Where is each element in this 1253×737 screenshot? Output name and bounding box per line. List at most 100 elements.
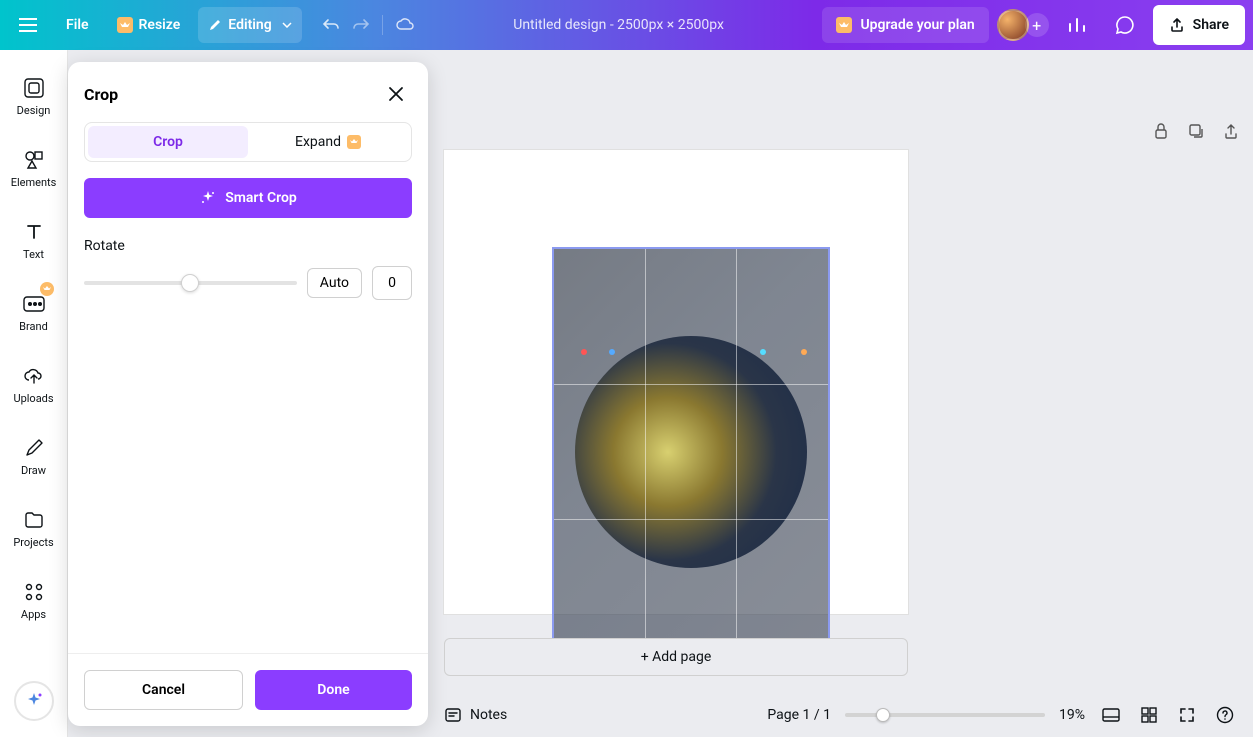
canvas-area: + Add page <box>428 50 1253 693</box>
chart-icon <box>1067 16 1087 34</box>
crop-shape-circle[interactable] <box>575 336 807 568</box>
top-bar: File Resize Editing Untitled design - 25… <box>0 0 1253 50</box>
close-icon <box>388 86 404 102</box>
close-panel-button[interactable] <box>380 78 412 110</box>
undo-button[interactable] <box>322 17 340 33</box>
crop-grid-line <box>554 519 828 520</box>
editing-label: Editing <box>228 17 271 33</box>
cancel-button[interactable]: Cancel <box>84 670 243 710</box>
resize-label: Resize <box>139 17 181 33</box>
crop-panel-header: Crop <box>68 62 428 122</box>
lock-page-button[interactable] <box>1153 122 1169 144</box>
zoom-slider-thumb[interactable] <box>876 708 890 722</box>
crop-panel-footer: Cancel Done <box>68 653 428 726</box>
rotate-auto-button[interactable]: Auto <box>307 268 362 298</box>
zoom-percent[interactable]: 19% <box>1059 707 1085 723</box>
sidebar-label: Design <box>17 104 51 117</box>
design-icon <box>22 76 46 100</box>
crop-expand-tabs: Crop Expand <box>84 122 412 162</box>
hamburger-icon <box>19 18 37 32</box>
sidebar-item-design[interactable]: Design <box>0 60 68 132</box>
zoom-slider[interactable] <box>845 713 1045 717</box>
rotate-label: Rotate <box>84 238 412 254</box>
crop-panel-title: Crop <box>84 85 118 104</box>
crown-icon <box>117 17 133 33</box>
sidebar-label: Elements <box>11 176 57 189</box>
smart-crop-button[interactable]: Smart Crop <box>84 178 412 218</box>
notes-label: Notes <box>470 707 507 723</box>
crop-panel: Crop Crop Expand Smart Crop Rotate Auto … <box>68 62 428 726</box>
crown-badge-icon <box>40 282 54 296</box>
tab-expand[interactable]: Expand <box>248 126 408 158</box>
resize-button[interactable]: Resize <box>107 7 191 43</box>
sidebar-label: Uploads <box>13 392 53 405</box>
page-indicator[interactable]: Page 1 / 1 <box>767 707 831 723</box>
draw-icon <box>22 436 46 460</box>
crop-grid-line <box>645 249 646 655</box>
chevron-down-icon <box>282 22 292 28</box>
pencil-icon <box>208 18 222 32</box>
magic-button[interactable] <box>14 681 54 721</box>
document-title[interactable]: Untitled design - 2500px × 2500px <box>423 17 815 33</box>
notes-icon <box>444 707 462 723</box>
fullscreen-button[interactable] <box>1175 703 1199 727</box>
help-button[interactable] <box>1213 703 1237 727</box>
redo-button[interactable] <box>352 17 370 33</box>
duplicate-page-button[interactable] <box>1187 122 1205 144</box>
export-page-button[interactable] <box>1223 122 1239 144</box>
sidebar-label: Apps <box>21 608 46 621</box>
sidebar-item-elements[interactable]: Elements <box>0 132 68 204</box>
text-icon <box>22 220 46 244</box>
sparkle-icon <box>199 189 217 207</box>
upgrade-label: Upgrade your plan <box>860 17 974 33</box>
rotate-slider-thumb[interactable] <box>181 274 199 292</box>
rotate-value-input[interactable] <box>372 266 412 300</box>
crop-bounding-box[interactable] <box>552 247 830 657</box>
upgrade-plan-button[interactable]: Upgrade your plan <box>822 7 988 43</box>
sidebar-item-projects[interactable]: Projects <box>0 492 68 564</box>
sidebar-label: Brand <box>19 320 48 333</box>
smart-crop-label: Smart Crop <box>225 190 297 206</box>
crop-grid-line <box>554 384 828 385</box>
left-sidebar: Design Elements Text Brand Uploads Draw … <box>0 50 68 737</box>
crown-icon <box>347 135 361 149</box>
undo-redo-group <box>322 15 415 35</box>
share-icon <box>1169 17 1185 33</box>
tab-crop[interactable]: Crop <box>88 126 248 158</box>
sidebar-label: Draw <box>21 464 46 477</box>
sparkle-icon <box>23 690 45 712</box>
apps-icon <box>22 580 46 604</box>
rotate-slider[interactable] <box>84 281 297 285</box>
comment-button[interactable] <box>1105 5 1145 45</box>
user-avatar[interactable] <box>997 9 1029 41</box>
view-list-button[interactable] <box>1099 703 1123 727</box>
crown-icon <box>836 17 852 33</box>
share-button[interactable]: Share <box>1153 5 1245 45</box>
share-label: Share <box>1193 17 1229 33</box>
divider <box>382 15 383 35</box>
file-menu[interactable]: File <box>56 7 99 43</box>
view-grid-button[interactable] <box>1137 703 1161 727</box>
brand-icon <box>22 292 46 316</box>
main-menu-button[interactable] <box>8 5 48 45</box>
add-page-button[interactable]: + Add page <box>444 638 908 676</box>
cloud-sync-button[interactable] <box>395 17 415 33</box>
sidebar-label: Projects <box>13 536 53 549</box>
editing-mode-button[interactable]: Editing <box>198 7 301 43</box>
projects-icon <box>22 508 46 532</box>
sidebar-item-text[interactable]: Text <box>0 204 68 276</box>
add-collaborator-button[interactable]: + <box>1025 13 1049 37</box>
sidebar-item-draw[interactable]: Draw <box>0 420 68 492</box>
sidebar-label: Text <box>23 248 44 261</box>
sidebar-item-apps[interactable]: Apps <box>0 564 68 636</box>
insights-button[interactable] <box>1057 5 1097 45</box>
sidebar-item-brand[interactable]: Brand <box>0 276 68 348</box>
rotate-section: Rotate Auto <box>68 234 428 300</box>
canvas-page[interactable] <box>444 150 908 614</box>
done-button[interactable]: Done <box>255 670 412 710</box>
uploads-icon <box>22 364 46 388</box>
notes-button[interactable]: Notes <box>444 707 507 723</box>
sidebar-item-uploads[interactable]: Uploads <box>0 348 68 420</box>
tab-expand-label: Expand <box>295 134 341 150</box>
page-action-icons <box>1153 122 1239 144</box>
